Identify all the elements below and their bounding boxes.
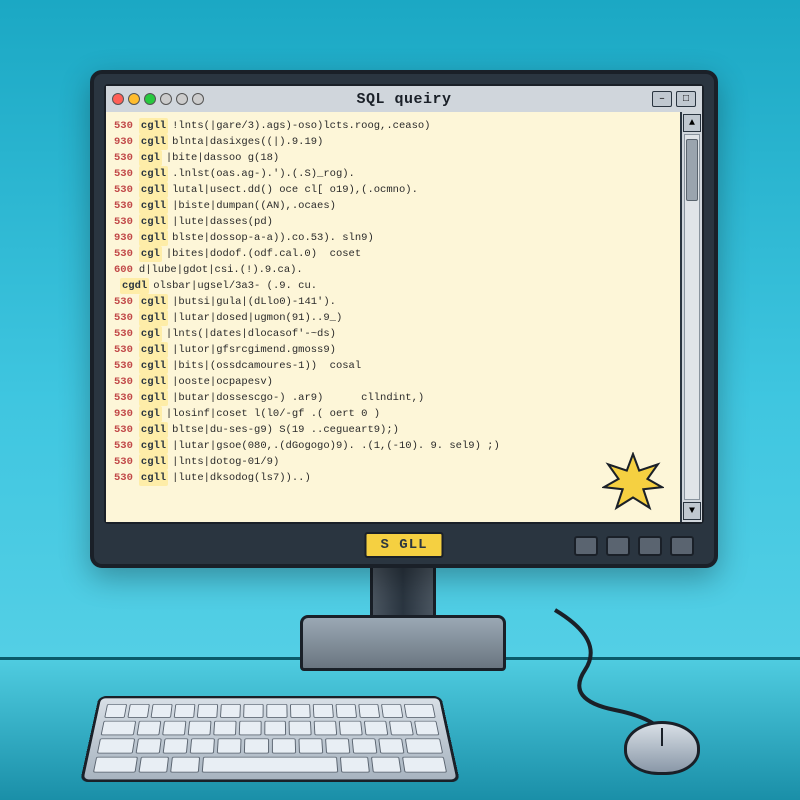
code-line: 530cgll|lnts|dotog-01/9)	[114, 454, 672, 470]
code-line: 530cgl|bites|dodof.(odf.cal.0) coset	[114, 246, 672, 262]
code-line: 530cgllbltse|du-ses-g9) S(19 ..cegueart9…	[114, 422, 672, 438]
code-line: 530cgll|lute|dksodog(ls7))..)	[114, 470, 672, 486]
content-area: 530cgll!lnts(|gare/3).ags)-oso)lcts.roog…	[106, 112, 702, 522]
code-line: 930cgllblste|dossop-a-a)).co.53). sln9)	[114, 230, 672, 246]
screen: SQL queiry – □ 530cgll!lnts(|gare/3).ags…	[104, 84, 704, 524]
window-controls: – □	[652, 91, 696, 107]
window-title: SQL queiry	[106, 91, 702, 108]
code-line: 530cglllutal|usect.dd() oce cl[ o19),(.o…	[114, 182, 672, 198]
code-line: 530cgll|lute|dasses(pd)	[114, 214, 672, 230]
code-line: 530cgll.lnlst(oas.ag-).').(.S)_rog).	[114, 166, 672, 182]
monitor: SQL queiry – □ 530cgll!lnts(|gare/3).ags…	[90, 70, 718, 568]
scroll-track[interactable]	[684, 134, 700, 500]
mouse[interactable]	[624, 721, 700, 775]
monitor-hardware-buttons	[574, 536, 694, 556]
code-line: 530cgll|ooste|ocpapesv)	[114, 374, 672, 390]
scroll-thumb[interactable]	[686, 139, 698, 201]
code-line: 530cgll|lutar|gsoe(080,.(dGogogo)9). .(1…	[114, 438, 672, 454]
code-line: 600d|lube|gdot|csi.(!).9.ca).	[114, 262, 672, 278]
minimize-button[interactable]: –	[652, 91, 672, 107]
monitor-logo-badge: S GLL	[364, 532, 443, 558]
code-line: 530cgl|bite|dassoo g(18)	[114, 150, 672, 166]
code-line: 530cgll|biste|dumpan((AN),.ocaes)	[114, 198, 672, 214]
code-line: 530cgll|lutar|dosed|ugmon(91)..9_)	[114, 310, 672, 326]
hardware-button[interactable]	[638, 536, 662, 556]
code-line: 530cgll!lnts(|gare/3).ags)-oso)lcts.roog…	[114, 118, 672, 134]
hardware-button[interactable]	[574, 536, 598, 556]
code-line: 530cgl|lnts(|dates|dlocasof'-~ds)	[114, 326, 672, 342]
code-line: cgdlolsbar|ugsel/3a3- (.9. cu.	[114, 278, 672, 294]
window-titlebar: SQL queiry – □	[106, 86, 702, 114]
hardware-button[interactable]	[606, 536, 630, 556]
scroll-down-button[interactable]: ▼	[683, 502, 701, 520]
code-editor[interactable]: 530cgll!lnts(|gare/3).ags)-oso)lcts.roog…	[106, 112, 680, 522]
hardware-button[interactable]	[670, 536, 694, 556]
scroll-up-button[interactable]: ▲	[683, 114, 701, 132]
code-line: 530cgll|lutor|gfsrcgimend.gmoss9)	[114, 342, 672, 358]
code-line: 530cgll|butsi|gula|(dLlo0)-141').	[114, 294, 672, 310]
maximize-button[interactable]: □	[676, 91, 696, 107]
code-line: 930cgllblnta|dasixges((|).9.19)	[114, 134, 672, 150]
code-line: 530cgll|butar|dossescgo-) .ar9) cllndint…	[114, 390, 672, 406]
code-line: 530cgll|bits|(ossdcamoures-1)) cosal	[114, 358, 672, 374]
scrollbar[interactable]: ▲ ▼	[680, 112, 702, 522]
monitor-stand-base	[300, 615, 506, 671]
code-line: 930cgl|losinf|coset l(l0/-gf .( oert 0 )	[114, 406, 672, 422]
keyboard[interactable]	[80, 696, 460, 782]
